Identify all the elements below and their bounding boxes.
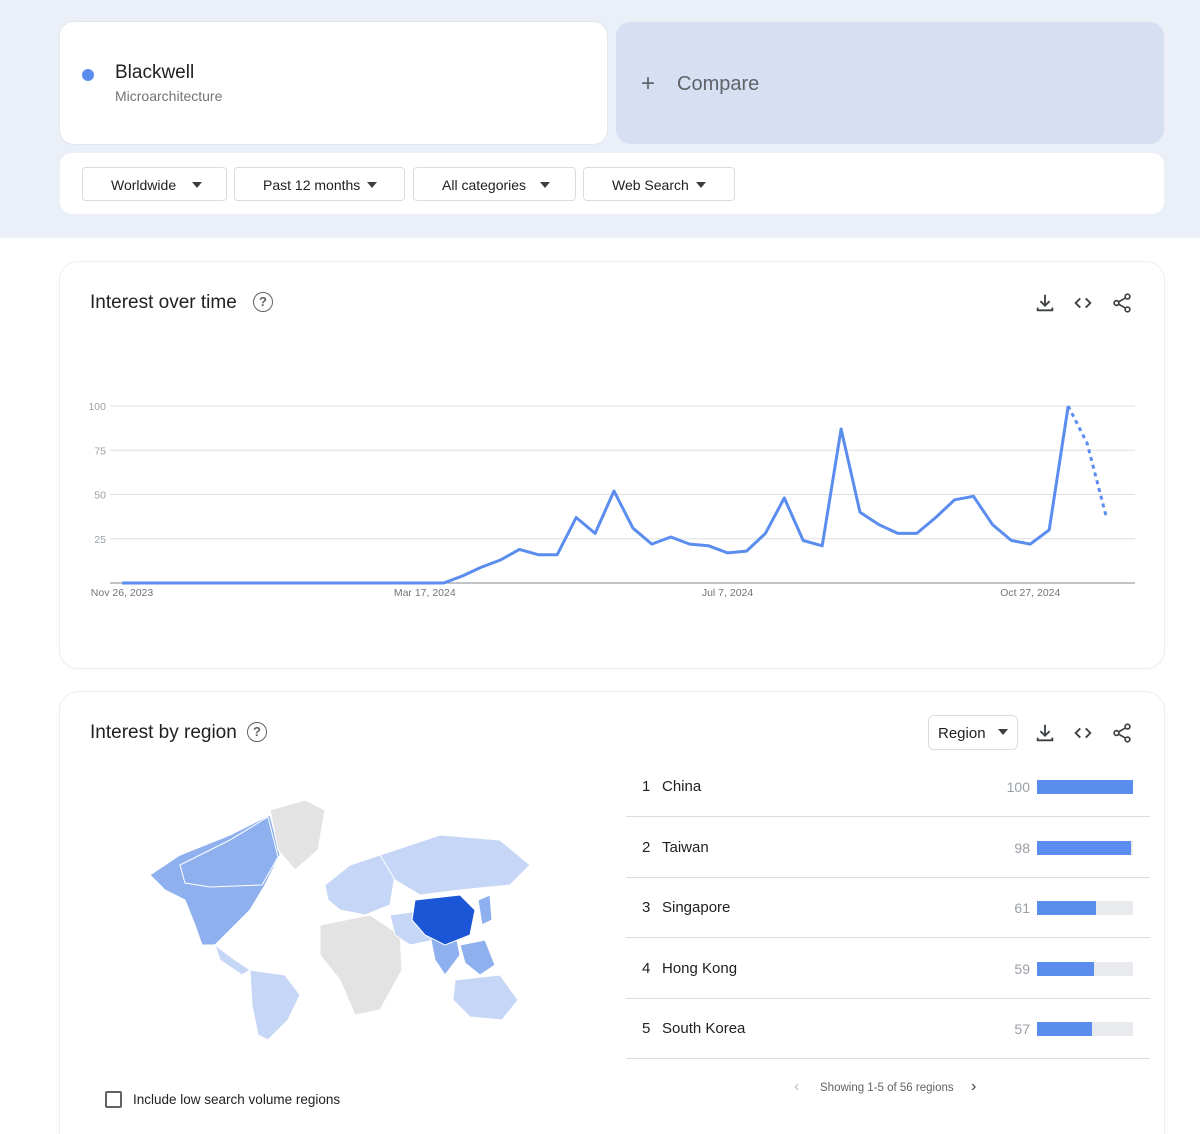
share-icon[interactable]: [1111, 292, 1133, 314]
caret-down-icon: [192, 182, 202, 188]
help-icon[interactable]: ?: [253, 292, 273, 312]
caret-down-icon: [367, 182, 377, 188]
x-tick-label: Jul 7, 2024: [702, 587, 754, 599]
region-bar-track: [1037, 780, 1133, 794]
region-row[interactable]: 3 Singapore 61: [626, 878, 1150, 938]
world-map[interactable]: [140, 795, 540, 1045]
filter-search-type[interactable]: Web Search: [583, 167, 735, 201]
chevron-right-icon[interactable]: ›: [971, 1078, 976, 1096]
europe-region[interactable]: [324, 854, 396, 916]
y-tick-label: 50: [94, 490, 106, 502]
caret-down-icon: [998, 729, 1008, 735]
region-bar-track: [1037, 901, 1133, 915]
region-value: 59: [1014, 961, 1030, 977]
y-tick-label: 100: [88, 401, 106, 413]
region-name: Hong Kong: [662, 960, 738, 977]
region-bar-track: [1037, 1022, 1133, 1036]
y-tick-label: 75: [94, 445, 106, 457]
region-value: 98: [1014, 840, 1030, 856]
series-line-partial: [1066, 405, 1108, 517]
region-rank: 1: [642, 778, 651, 795]
x-tick-label: Nov 26, 2023: [91, 587, 154, 599]
low-volume-label: Include low search volume regions: [133, 1092, 341, 1107]
japan-korea-region[interactable]: [477, 894, 493, 926]
pagination-status: Showing 1-5 of 56 regions: [820, 1082, 954, 1094]
region-rank: 3: [642, 899, 651, 916]
low-volume-checkbox[interactable]: [105, 1091, 122, 1108]
download-icon[interactable]: [1034, 292, 1056, 314]
australia-region[interactable]: [452, 974, 519, 1021]
plus-icon: +: [641, 70, 656, 97]
region-bar-fill: [1037, 780, 1133, 794]
region-rank: 5: [642, 1020, 651, 1037]
region-bar-fill: [1037, 841, 1132, 855]
filter-location[interactable]: Worldwide: [82, 167, 227, 201]
filter-search-type-label: Web Search: [612, 177, 689, 193]
embed-code-icon[interactable]: [1072, 292, 1094, 314]
interest-over-time-title: Interest over time: [90, 292, 237, 313]
region-row[interactable]: 1 China 100: [626, 757, 1150, 817]
search-term-type: Microarchitecture: [115, 88, 223, 104]
filter-location-label: Worldwide: [111, 177, 177, 193]
region-bar-fill: [1037, 901, 1096, 915]
filter-category-label: All categories: [442, 177, 527, 193]
region-bar-track: [1037, 962, 1133, 976]
chevron-left-icon[interactable]: ‹: [794, 1078, 799, 1096]
region-resolution-select[interactable]: Region: [928, 715, 1018, 750]
southeast-asia-region[interactable]: [459, 939, 496, 976]
region-row[interactable]: 4 Hong Kong 59: [626, 939, 1150, 999]
region-bar-fill: [1037, 1022, 1092, 1036]
search-term-name[interactable]: Blackwell: [115, 62, 194, 84]
download-icon[interactable]: [1034, 722, 1056, 744]
y-tick-label: 25: [94, 534, 106, 546]
embed-code-icon[interactable]: [1072, 722, 1094, 744]
central-america-region[interactable]: [214, 943, 251, 976]
region-name: Taiwan: [662, 839, 709, 856]
interest-line-chart: 100 75 50 25 Nov 26, 2023 Mar 17, 2024 Jul 7, …: [88, 401, 1135, 599]
filter-time-range[interactable]: Past 12 months: [234, 167, 405, 201]
caret-down-icon: [696, 182, 706, 188]
x-tick-label: Mar 17, 2024: [394, 587, 456, 599]
interest-by-region-title: Interest by region: [90, 722, 237, 743]
region-value: 100: [1006, 779, 1030, 795]
russia-region[interactable]: [379, 834, 531, 896]
region-bar-fill: [1037, 962, 1094, 976]
region-name: Singapore: [662, 899, 731, 916]
africa-region[interactable]: [319, 914, 403, 1016]
region-value: 61: [1014, 900, 1030, 916]
compare-label: Compare: [677, 73, 760, 95]
region-row[interactable]: 2 Taiwan 98: [626, 818, 1150, 878]
region-rank: 2: [642, 839, 651, 856]
region-name: China: [662, 778, 702, 795]
help-icon[interactable]: ?: [247, 722, 267, 742]
region-rank: 4: [642, 960, 651, 977]
caret-down-icon: [540, 182, 550, 188]
x-tick-label: Oct 27, 2024: [1000, 587, 1060, 599]
filter-time-range-label: Past 12 months: [263, 177, 361, 193]
south-america-region[interactable]: [249, 969, 301, 1041]
region-value: 57: [1014, 1021, 1030, 1037]
region-select-label: Region: [938, 725, 986, 742]
term-color-dot: [82, 69, 94, 81]
region-row[interactable]: 5 South Korea 57: [626, 999, 1150, 1059]
region-name: South Korea: [662, 1020, 746, 1037]
region-bar-track: [1037, 841, 1133, 855]
filter-category[interactable]: All categories: [413, 167, 576, 201]
share-icon[interactable]: [1111, 722, 1133, 744]
